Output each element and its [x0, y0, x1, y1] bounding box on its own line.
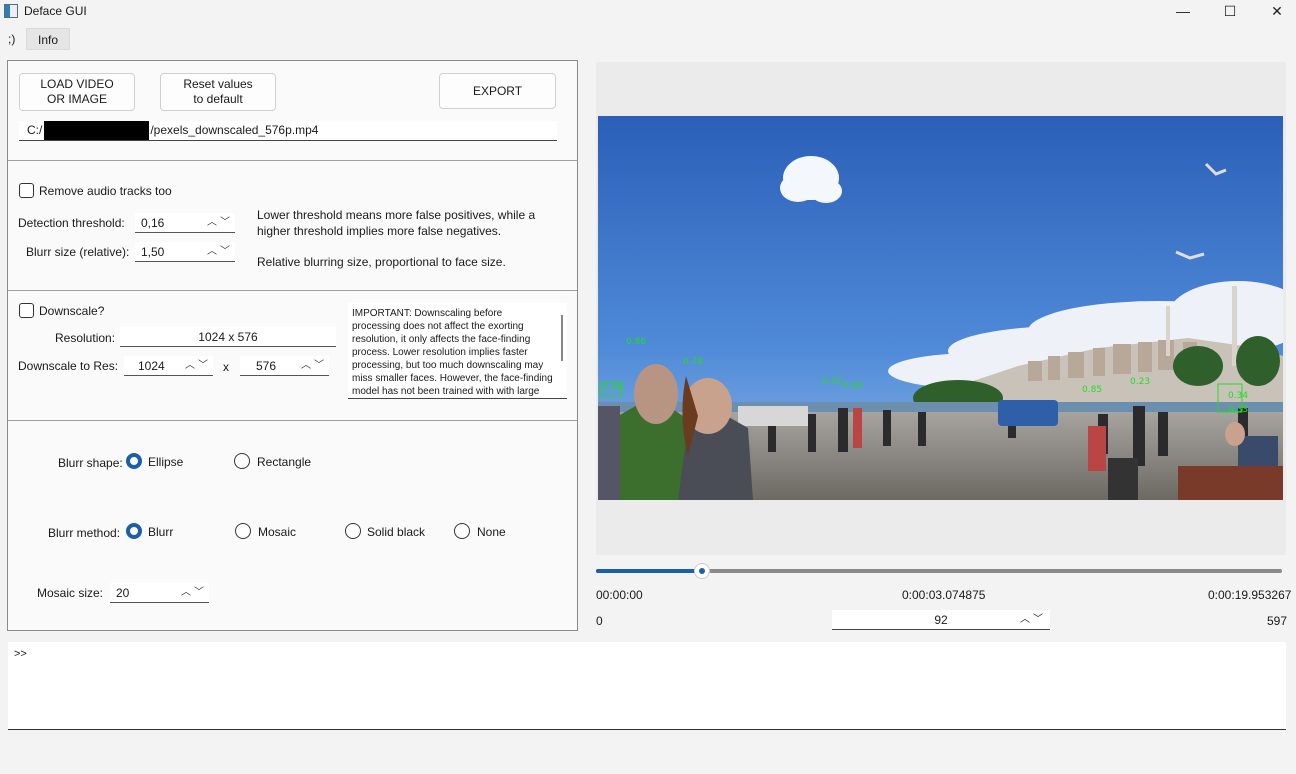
- blur-size-spinbox[interactable]: 1,50 ︿﹀: [135, 242, 235, 262]
- spin-arrows-icon[interactable]: ︿﹀: [185, 356, 211, 376]
- downscale-width-value: 1024: [138, 359, 165, 373]
- divider: [8, 420, 577, 421]
- frame-end: 597: [1267, 614, 1288, 628]
- settings-panel: LOAD VIDEO OR IMAGE Reset values to defa…: [7, 60, 578, 631]
- downscale-height-value: 576: [256, 359, 277, 373]
- time-end: 0:00:19.953267: [1208, 588, 1292, 602]
- blur-size-help: Relative blurring size, proportional to …: [257, 255, 506, 269]
- frame-start: 0: [596, 614, 603, 628]
- detection-score: 0.23: [1130, 377, 1150, 387]
- method-blur-label: Blurr: [148, 525, 174, 539]
- downscale-width-spinbox[interactable]: 1024 ︿﹀: [124, 356, 213, 376]
- time-current: 0:00:03.074875: [902, 588, 986, 602]
- menu-item-smiley[interactable]: ;): [2, 28, 21, 50]
- detection-score: 0.86: [626, 337, 646, 347]
- x-separator: x: [223, 360, 229, 374]
- divider: [8, 290, 577, 291]
- spin-arrows-icon[interactable]: ︿﹀: [1020, 610, 1046, 630]
- downscale-to-label: Downscale to Res:: [18, 359, 119, 373]
- file-path-field[interactable]: C:/ /pexels_downscaled_576p.mp4: [19, 121, 557, 141]
- remove-audio-label: Remove audio tracks too: [39, 184, 172, 198]
- app-icon: [4, 4, 18, 18]
- method-solid-black-label: Solid black: [367, 525, 426, 539]
- detection-score: 0.28: [842, 381, 862, 391]
- remove-audio-checkbox[interactable]: [19, 183, 34, 198]
- note-scrollbar[interactable]: [561, 315, 563, 361]
- shape-ellipse-label: Ellipse: [148, 455, 184, 469]
- downscale-note-textbox[interactable]: IMPORTANT: Downscaling before processing…: [348, 303, 567, 399]
- shape-ellipse-radio[interactable]: [126, 453, 142, 469]
- detection-score: 0.37: [822, 377, 842, 387]
- detection-score: 0.26: [602, 383, 622, 393]
- console-output[interactable]: >>: [8, 642, 1286, 730]
- window-title: Deface GUI: [24, 4, 87, 18]
- blur-method-label: Blurr method:: [48, 526, 121, 540]
- detection-score: 0.34: [1228, 391, 1248, 401]
- threshold-spinbox[interactable]: 0,16 ︿﹀: [135, 213, 235, 233]
- blur-shape-label: Blurr shape:: [58, 456, 123, 470]
- method-mosaic-label: Mosaic: [258, 525, 297, 539]
- menu-item-info[interactable]: Info: [26, 28, 71, 50]
- downscale-note: IMPORTANT: Downscaling before processing…: [352, 308, 553, 397]
- blur-size-label: Blurr size (relative):: [26, 245, 130, 259]
- minimize-button[interactable]: —: [1160, 0, 1206, 22]
- video-preview: 0.86 0.78 0.37 0.28 0.26 0.85 0.23 0.34 …: [598, 116, 1283, 500]
- menu-bar: ;) Info: [0, 28, 1296, 50]
- threshold-label: Detection threshold:: [18, 216, 125, 230]
- method-none-radio[interactable]: [454, 523, 470, 539]
- threshold-value: 0,16: [141, 216, 165, 230]
- time-start: 00:00:00: [596, 588, 643, 602]
- timeline-slider-fill: [596, 569, 703, 573]
- downscale-checkbox[interactable]: [19, 303, 34, 318]
- export-button[interactable]: EXPORT: [439, 73, 556, 109]
- redaction-box: [44, 121, 150, 140]
- close-button[interactable]: ✕: [1254, 0, 1296, 22]
- spin-arrows-icon[interactable]: ︿﹀: [181, 583, 207, 603]
- mosaic-size-label: Mosaic size:: [37, 586, 104, 600]
- spin-arrows-icon[interactable]: ︿﹀: [301, 356, 327, 376]
- detection-score: 0.33: [1228, 405, 1248, 415]
- resolution-label: Resolution:: [55, 331, 116, 345]
- frame-current: 92: [934, 613, 948, 627]
- method-solid-black-radio[interactable]: [345, 523, 361, 539]
- blur-size-value: 1,50: [141, 245, 165, 259]
- file-path-suffix: /pexels_downscaled_576p.mp4: [150, 123, 319, 137]
- divider: [8, 160, 577, 161]
- file-path-prefix: C:/: [27, 123, 43, 137]
- load-video-button[interactable]: LOAD VIDEO OR IMAGE: [19, 73, 135, 111]
- method-none-label: None: [477, 525, 506, 539]
- detection-score: 0.85: [1082, 385, 1102, 395]
- method-mosaic-radio[interactable]: [235, 523, 251, 539]
- shape-rectangle-label: Rectangle: [257, 455, 312, 469]
- threshold-help: Lower threshold means more false positiv…: [257, 208, 536, 238]
- mosaic-size-value: 20: [116, 586, 130, 600]
- spin-arrows-icon[interactable]: ︿﹀: [207, 213, 233, 233]
- resolution-value: 1024 x 576: [120, 327, 336, 347]
- title-bar: Deface GUI — ☐ ✕: [0, 0, 1296, 24]
- downscale-height-spinbox[interactable]: 576 ︿﹀: [240, 356, 329, 376]
- shape-rectangle-radio[interactable]: [234, 453, 250, 469]
- timeline-slider-handle[interactable]: [694, 563, 711, 579]
- console-prompt: >>: [14, 648, 27, 660]
- detection-score: 0.78: [683, 357, 703, 367]
- downscale-label: Downscale?: [39, 304, 105, 318]
- video-frame-image: 0.86 0.78 0.37 0.28 0.26 0.85 0.23 0.34 …: [598, 116, 1283, 500]
- reset-values-button[interactable]: Reset values to default: [160, 73, 276, 111]
- method-blur-radio[interactable]: [126, 523, 142, 539]
- spin-arrows-icon[interactable]: ︿﹀: [207, 242, 233, 262]
- maximize-button[interactable]: ☐: [1207, 0, 1253, 22]
- frame-spinbox[interactable]: 92 ︿﹀: [832, 610, 1050, 630]
- mosaic-size-spinbox[interactable]: 20 ︿﹀: [110, 583, 209, 603]
